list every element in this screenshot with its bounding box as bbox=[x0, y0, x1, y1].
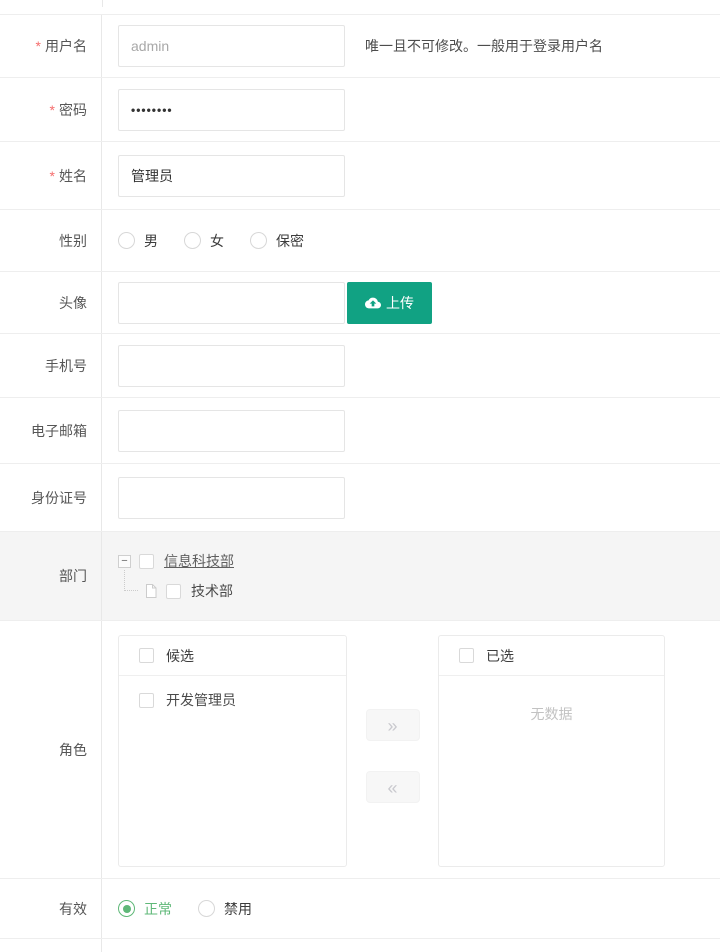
department-label-cell: 部门 bbox=[0, 532, 102, 620]
username-hint: 唯一且不可修改。一般用于登录用户名 bbox=[365, 36, 603, 56]
required-asterisk: * bbox=[36, 38, 41, 54]
department-label: 部门 bbox=[59, 566, 87, 586]
tree-collapse-icon[interactable]: − bbox=[118, 555, 131, 568]
source-item-label: 开发管理员 bbox=[166, 690, 236, 710]
form-row-name: * 姓名 bbox=[0, 142, 720, 210]
name-label-cell: * 姓名 bbox=[0, 142, 102, 209]
form-row-role: 角色 候选 开发管理员 » « bbox=[0, 621, 720, 879]
required-asterisk: * bbox=[50, 168, 55, 184]
gender-label: 性别 bbox=[59, 231, 87, 251]
user-edit-form: * 用户名 唯一且不可修改。一般用于登录用户名 * 密码 * 姓名 性别 bbox=[0, 14, 720, 952]
username-input[interactable] bbox=[118, 25, 345, 67]
tree-node-root-label[interactable]: 信息科技部 bbox=[164, 551, 234, 571]
form-row-idcard: 身份证号 bbox=[0, 464, 720, 532]
form-row-phone: 手机号 bbox=[0, 334, 720, 398]
cloud-upload-icon bbox=[365, 295, 381, 311]
name-label: 姓名 bbox=[59, 166, 87, 186]
form-row-department: 部门 − 信息科技部 技术部 bbox=[0, 532, 720, 621]
form-row-username: * 用户名 唯一且不可修改。一般用于登录用户名 bbox=[0, 15, 720, 78]
radio-label: 男 bbox=[144, 231, 158, 251]
role-transfer: 候选 开发管理员 » « 已选 无数据 bbox=[118, 621, 720, 867]
tree-node-child: 技术部 bbox=[124, 579, 234, 603]
idcard-input[interactable] bbox=[118, 477, 345, 519]
source-item-checkbox[interactable] bbox=[139, 693, 154, 708]
status-option-normal[interactable]: 正常 bbox=[118, 899, 172, 919]
radio-checked-icon bbox=[118, 900, 135, 917]
username-label: 用户名 bbox=[45, 36, 87, 56]
transfer-source-panel: 候选 开发管理员 bbox=[118, 635, 347, 867]
phone-input[interactable] bbox=[118, 345, 345, 387]
idcard-label: 身份证号 bbox=[31, 488, 87, 508]
phone-label: 手机号 bbox=[45, 356, 87, 376]
form-row-avatar: 头像 上传 bbox=[0, 272, 720, 334]
radio-icon bbox=[198, 900, 215, 917]
transfer-source-header: 候选 bbox=[119, 636, 346, 676]
required-asterisk: * bbox=[50, 102, 55, 118]
radio-label: 正常 bbox=[144, 899, 172, 919]
radio-label: 女 bbox=[210, 231, 224, 251]
source-select-all-checkbox[interactable] bbox=[139, 648, 154, 663]
transfer-source-item[interactable]: 开发管理员 bbox=[119, 676, 346, 710]
avatar-label: 头像 bbox=[59, 293, 87, 313]
status-label: 有效 bbox=[59, 899, 87, 919]
department-tree: − 信息科技部 技术部 bbox=[118, 549, 234, 603]
role-label: 角色 bbox=[59, 740, 87, 760]
transfer-controls: » « bbox=[347, 635, 438, 803]
upload-button[interactable]: 上传 bbox=[347, 282, 432, 324]
transfer-target-header: 已选 bbox=[439, 636, 664, 676]
gender-label-cell: 性别 bbox=[0, 210, 102, 271]
label-column-top-strip bbox=[0, 0, 103, 7]
gender-option-secret[interactable]: 保密 bbox=[250, 231, 304, 251]
form-row-gender: 性别 男 女 保密 bbox=[0, 210, 720, 272]
form-row-tail bbox=[0, 939, 720, 952]
password-input[interactable] bbox=[118, 89, 345, 131]
form-row-password: * 密码 bbox=[0, 78, 720, 142]
transfer-source-title: 候选 bbox=[166, 646, 194, 666]
form-row-status: 有效 正常 禁用 bbox=[0, 879, 720, 939]
gender-option-male[interactable]: 男 bbox=[118, 231, 158, 251]
email-label: 电子邮箱 bbox=[31, 421, 87, 441]
avatar-label-cell: 头像 bbox=[0, 272, 102, 333]
status-option-disabled[interactable]: 禁用 bbox=[198, 899, 252, 919]
email-input[interactable] bbox=[118, 410, 345, 452]
transfer-target-title: 已选 bbox=[486, 646, 514, 666]
password-label: 密码 bbox=[59, 100, 87, 120]
role-label-cell: 角色 bbox=[0, 621, 102, 878]
radio-label: 保密 bbox=[276, 231, 304, 251]
transfer-target-panel: 已选 无数据 bbox=[438, 635, 665, 867]
gender-option-female[interactable]: 女 bbox=[184, 231, 224, 251]
department-root-checkbox[interactable] bbox=[139, 554, 154, 569]
radio-icon bbox=[250, 232, 267, 249]
avatar-input[interactable] bbox=[118, 282, 345, 324]
department-child-checkbox[interactable] bbox=[166, 584, 181, 599]
radio-icon bbox=[118, 232, 135, 249]
target-select-all-checkbox[interactable] bbox=[459, 648, 474, 663]
document-icon bbox=[144, 583, 158, 599]
password-label-cell: * 密码 bbox=[0, 78, 102, 141]
radio-label: 禁用 bbox=[224, 899, 252, 919]
name-input[interactable] bbox=[118, 155, 345, 197]
username-label-cell: * 用户名 bbox=[0, 15, 102, 77]
move-left-button[interactable]: « bbox=[366, 771, 420, 803]
form-row-email: 电子邮箱 bbox=[0, 398, 720, 464]
upload-button-label: 上传 bbox=[386, 293, 414, 313]
move-right-button[interactable]: » bbox=[366, 709, 420, 741]
radio-icon bbox=[184, 232, 201, 249]
idcard-label-cell: 身份证号 bbox=[0, 464, 102, 531]
tail-label-cell bbox=[0, 939, 102, 952]
status-label-cell: 有效 bbox=[0, 879, 102, 938]
email-label-cell: 电子邮箱 bbox=[0, 398, 102, 463]
phone-label-cell: 手机号 bbox=[0, 334, 102, 397]
tree-connector bbox=[124, 570, 138, 591]
transfer-empty-text: 无数据 bbox=[439, 676, 664, 724]
tree-node-child-label[interactable]: 技术部 bbox=[191, 581, 233, 601]
